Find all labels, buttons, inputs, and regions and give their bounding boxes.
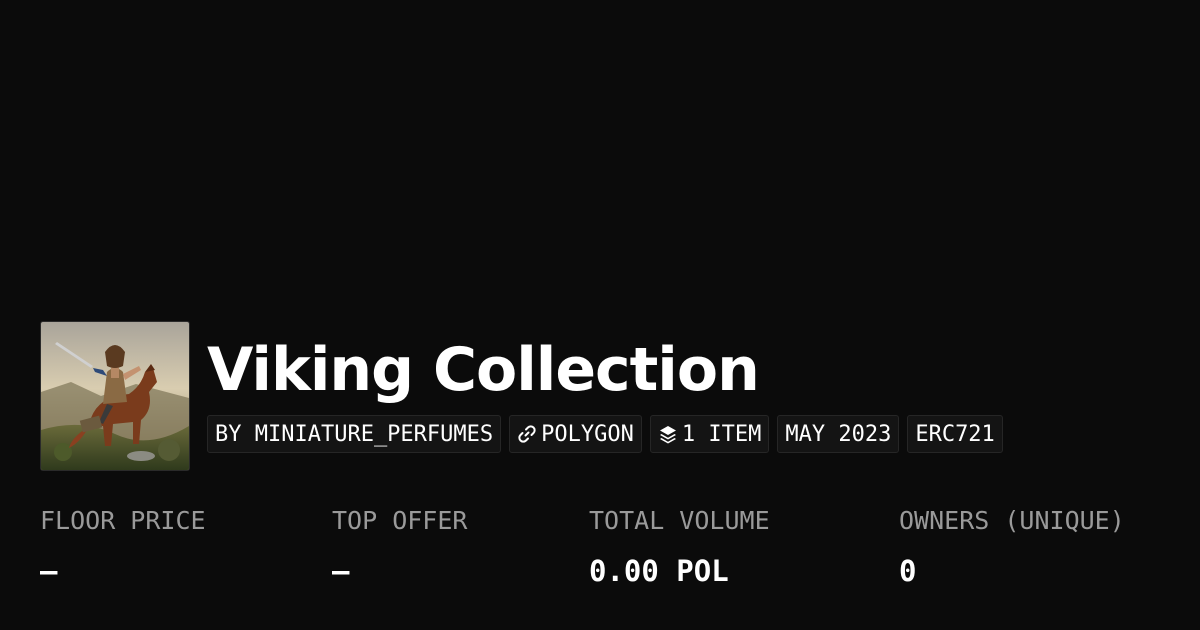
date-badge: MAY 2023 (777, 415, 900, 453)
items-badge[interactable]: 1 ITEM (649, 415, 770, 453)
title-block: Viking Collection BY MINIATURE_PERFUMES … (207, 321, 1003, 453)
layers-icon (658, 424, 678, 444)
stat-total-volume: TOTAL VOLUME 0.00 POL (589, 505, 770, 589)
creator-badge[interactable]: BY MINIATURE_PERFUMES (207, 415, 502, 453)
floor-price-value: – (40, 554, 58, 588)
stat-top-offer: TOP OFFER – (332, 505, 467, 589)
owners-label: OWNERS (UNIQUE) (899, 506, 1125, 535)
total-volume-label: TOTAL VOLUME (589, 506, 770, 535)
stat-floor-price: FLOOR PRICE – (40, 505, 206, 589)
owners-value: 0 (899, 554, 917, 588)
stats-row: FLOOR PRICE – TOP OFFER – TOTAL VOLUME 0… (0, 505, 1200, 605)
creator-label: BY MINIATURE_PERFUMES (215, 421, 494, 447)
top-offer-value: – (332, 554, 350, 588)
collection-header: Viking Collection BY MINIATURE_PERFUMES … (40, 321, 1003, 471)
items-label: 1 ITEM (681, 421, 762, 447)
total-volume-value: 0.00 POL (589, 554, 729, 588)
date-label: MAY 2023 (785, 421, 892, 447)
stat-owners: OWNERS (UNIQUE) 0 (899, 505, 1125, 589)
standard-label: ERC721 (915, 421, 995, 447)
viking-avatar-image (41, 322, 189, 470)
collection-card: Viking Collection BY MINIATURE_PERFUMES … (0, 0, 1200, 630)
floor-price-label: FLOOR PRICE (40, 506, 206, 535)
chain-label: POLYGON (541, 421, 634, 447)
link-icon (517, 424, 537, 444)
standard-badge: ERC721 (907, 415, 1003, 453)
collection-title: Viking Collection (207, 335, 760, 405)
badge-row: BY MINIATURE_PERFUMES POLYGON 1 ITEM MAY… (207, 415, 1003, 453)
collection-avatar (40, 321, 190, 471)
top-offer-label: TOP OFFER (332, 506, 468, 535)
chain-badge[interactable]: POLYGON (509, 415, 642, 453)
